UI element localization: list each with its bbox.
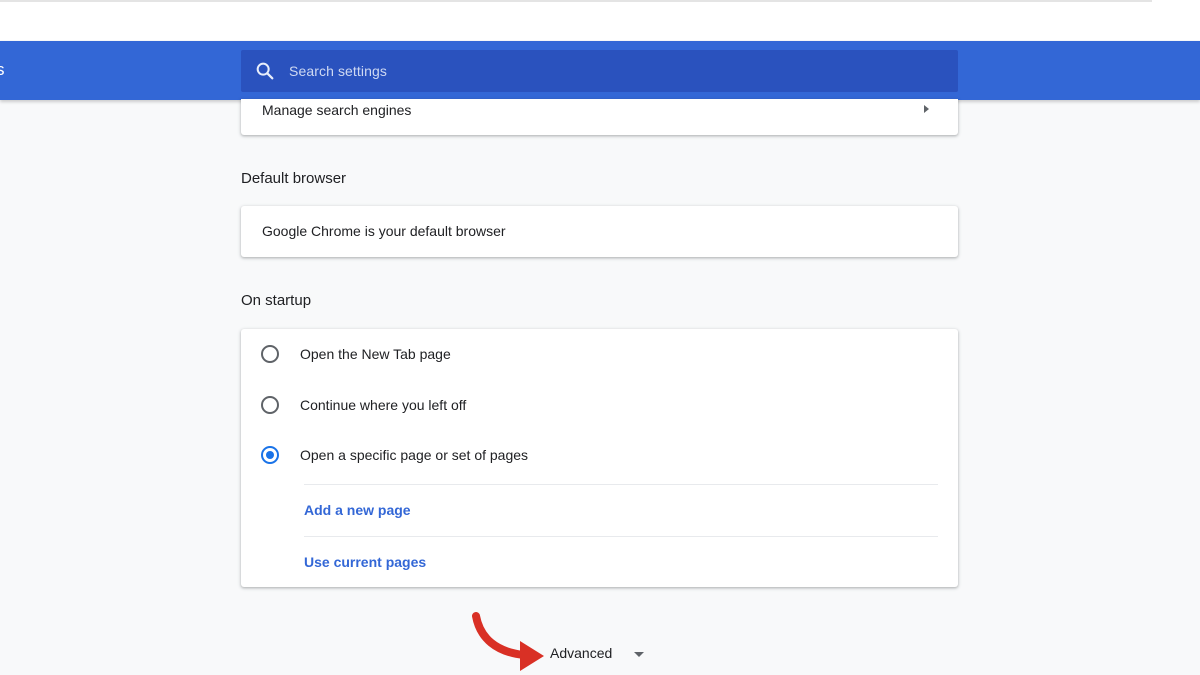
startup-option-label: Open the New Tab page xyxy=(300,346,451,362)
manage-search-engines-row[interactable]: Manage search engines xyxy=(241,99,958,135)
on-startup-heading: On startup xyxy=(241,292,312,309)
arrow-right-icon xyxy=(924,105,929,113)
use-current-pages-link[interactable]: Use current pages xyxy=(304,554,426,570)
search-input[interactable]: Search settings xyxy=(289,63,387,79)
default-browser-heading: Default browser xyxy=(241,170,347,187)
default-browser-status: Google Chrome is your default browser xyxy=(262,223,506,239)
startup-option-new-tab[interactable]: Open the New Tab page xyxy=(261,343,451,365)
startup-option-label: Open a specific page or set of pages xyxy=(300,447,529,463)
advanced-button[interactable]: Advanced xyxy=(550,645,612,661)
startup-option-continue[interactable]: Continue where you left off xyxy=(261,394,466,416)
search-engine-card: Manage search engines xyxy=(241,99,958,135)
toolbar-title-fragment: s xyxy=(0,60,5,79)
radio-unchecked-icon[interactable] xyxy=(261,396,279,414)
add-new-page-link[interactable]: Add a new page xyxy=(304,502,411,518)
arrow-drop-down-icon[interactable] xyxy=(634,652,644,657)
divider xyxy=(304,536,938,537)
radio-unchecked-icon[interactable] xyxy=(261,345,279,363)
manage-search-engines-label: Manage search engines xyxy=(262,102,412,118)
startup-option-label: Continue where you left off xyxy=(300,397,467,413)
radio-checked-icon[interactable] xyxy=(261,446,279,464)
default-browser-card: Google Chrome is your default browser xyxy=(241,206,958,257)
divider xyxy=(304,484,938,485)
top-strip-line xyxy=(0,0,1152,2)
search-icon xyxy=(256,62,274,80)
curved-arrow-annotation xyxy=(472,612,544,671)
on-startup-card: Open the New Tab page Continue where you… xyxy=(241,329,958,587)
search-settings-box[interactable]: Search settings xyxy=(241,50,958,92)
settings-toolbar: s Search settings xyxy=(0,41,1200,100)
browser-top-strip xyxy=(0,0,1200,40)
startup-option-specific-pages[interactable]: Open a specific page or set of pages xyxy=(261,444,528,466)
